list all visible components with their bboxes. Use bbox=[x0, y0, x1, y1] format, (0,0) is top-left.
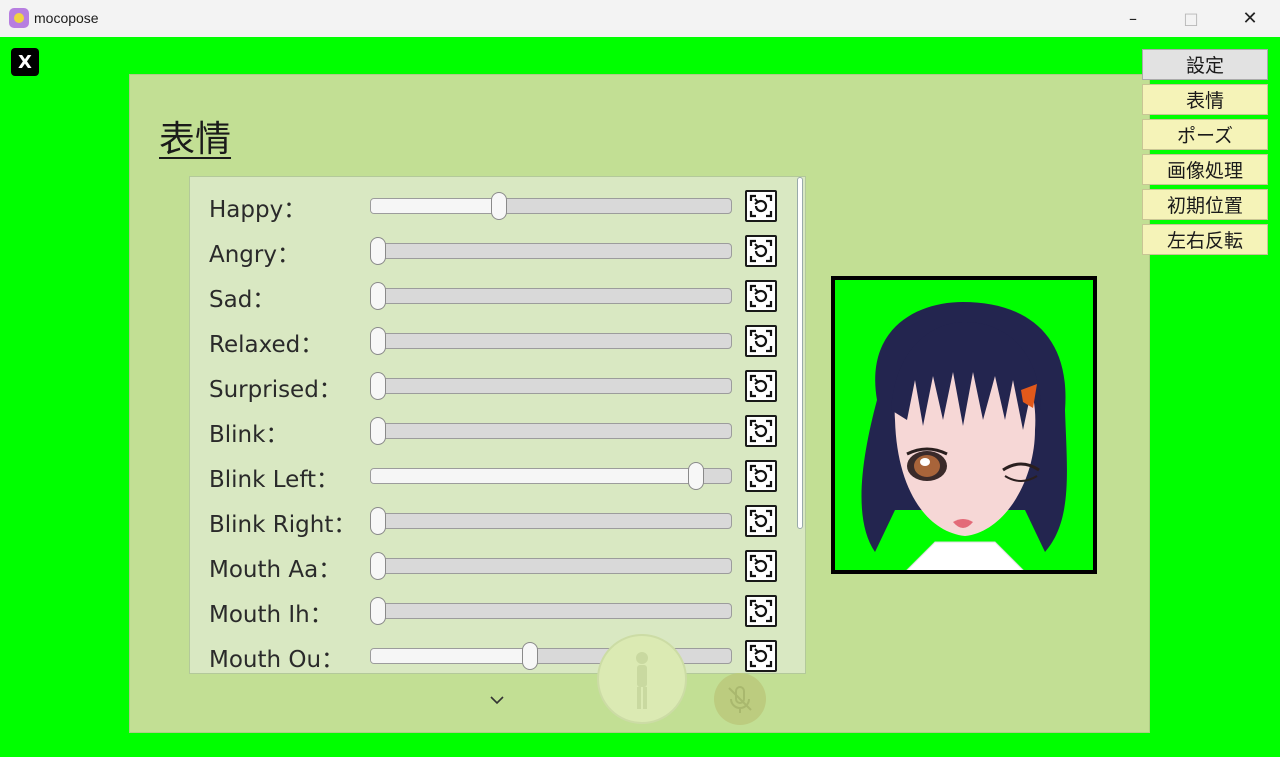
slider-label: Blink Left： bbox=[209, 467, 340, 493]
slider-label: Surprised： bbox=[209, 377, 342, 403]
slider-thumb[interactable] bbox=[370, 507, 386, 535]
slider-thumb[interactable] bbox=[370, 372, 386, 400]
slider-row: Relaxed： bbox=[190, 315, 805, 360]
reset-button[interactable] bbox=[745, 370, 777, 402]
menu-item[interactable]: ポーズ bbox=[1142, 119, 1268, 150]
minimize-icon: – bbox=[1129, 9, 1137, 28]
slider-thumb[interactable] bbox=[370, 237, 386, 265]
maximize-button[interactable]: □ bbox=[1162, 0, 1220, 37]
slider-row: Blink Left： bbox=[190, 450, 805, 495]
reset-button[interactable] bbox=[745, 325, 777, 357]
slider-row: Mouth Ih： bbox=[190, 585, 805, 630]
slider-row: Blink Right： bbox=[190, 495, 805, 540]
chevron-down-icon bbox=[490, 696, 504, 705]
slider-label: Blink Right： bbox=[209, 512, 357, 538]
person-icon bbox=[636, 652, 648, 709]
reset-button[interactable] bbox=[745, 280, 777, 312]
slider-label: Angry： bbox=[209, 242, 300, 268]
reset-rotate-icon bbox=[749, 644, 773, 668]
slider-label: Mouth Ih： bbox=[209, 602, 333, 628]
slider-fill bbox=[371, 469, 703, 483]
menu-item[interactable]: 初期位置 bbox=[1142, 189, 1268, 220]
reset-button[interactable] bbox=[745, 595, 777, 627]
slider-thumb[interactable] bbox=[522, 642, 539, 670]
character-face-image bbox=[861, 302, 1067, 570]
window-close-button[interactable]: ✕ bbox=[1221, 0, 1279, 37]
reset-button[interactable] bbox=[745, 415, 777, 447]
reset-rotate-icon bbox=[749, 374, 773, 398]
slider-row: Mouth Aa： bbox=[190, 540, 805, 585]
reset-button[interactable] bbox=[745, 235, 777, 267]
reset-rotate-icon bbox=[749, 329, 773, 353]
slider-thumb[interactable] bbox=[688, 462, 705, 490]
app-icon bbox=[9, 8, 29, 28]
slider-row: Surprised： bbox=[190, 360, 805, 405]
menu-item[interactable]: 左右反転 bbox=[1142, 224, 1268, 255]
reset-button[interactable] bbox=[745, 460, 777, 492]
expression-slider-list: Happy： Angry： Sad： Relaxed： Surprised： Blink：… bbox=[189, 176, 806, 674]
slider-thumb[interactable] bbox=[491, 192, 508, 220]
slider-track[interactable] bbox=[370, 423, 732, 439]
slider-track[interactable] bbox=[370, 378, 732, 394]
menu-item[interactable]: 設定 bbox=[1142, 49, 1268, 80]
slider-thumb[interactable] bbox=[370, 282, 386, 310]
reset-rotate-icon bbox=[749, 284, 773, 308]
scrollbar[interactable] bbox=[797, 177, 803, 529]
reset-rotate-icon bbox=[749, 194, 773, 218]
reset-rotate-icon bbox=[749, 419, 773, 443]
slider-row: Happy： bbox=[190, 180, 805, 225]
slider-thumb[interactable] bbox=[370, 552, 386, 580]
reset-button[interactable] bbox=[745, 550, 777, 582]
slider-track[interactable] bbox=[370, 198, 732, 214]
maximize-icon: □ bbox=[1183, 9, 1199, 28]
page-title: 表情 bbox=[159, 119, 232, 160]
slider-track[interactable] bbox=[370, 558, 732, 574]
slider-row: Mouth Ou： bbox=[190, 630, 805, 673]
reset-button[interactable] bbox=[745, 640, 777, 672]
minimize-button[interactable]: – bbox=[1104, 0, 1162, 37]
reset-button[interactable] bbox=[745, 190, 777, 222]
slider-label: Mouth Aa： bbox=[209, 557, 342, 583]
slider-track[interactable] bbox=[370, 243, 732, 259]
reset-button[interactable] bbox=[745, 505, 777, 537]
scroll-down-button[interactable] bbox=[487, 692, 507, 711]
close-icon: ✕ bbox=[1242, 8, 1258, 29]
slider-thumb[interactable] bbox=[370, 417, 386, 445]
reset-rotate-icon bbox=[749, 509, 773, 533]
slider-label: Relaxed： bbox=[209, 332, 324, 358]
slider-row: Angry： bbox=[190, 225, 805, 270]
reset-rotate-icon bbox=[749, 464, 773, 488]
reset-rotate-icon bbox=[749, 599, 773, 623]
slider-track[interactable] bbox=[370, 468, 732, 484]
slider-thumb[interactable] bbox=[370, 327, 386, 355]
avatar-toggle-button[interactable] bbox=[597, 634, 687, 724]
slider-track[interactable] bbox=[370, 513, 732, 529]
mic-off-icon bbox=[728, 686, 752, 713]
menu-item[interactable]: 画像処理 bbox=[1142, 154, 1268, 185]
title-bar: mocopose – □ ✕ bbox=[0, 0, 1280, 37]
slider-label: Mouth Ou： bbox=[209, 647, 345, 673]
slider-track[interactable] bbox=[370, 603, 732, 619]
reset-rotate-icon bbox=[749, 554, 773, 578]
menu-item[interactable]: 表情 bbox=[1142, 84, 1268, 115]
slider-row: Blink： bbox=[190, 405, 805, 450]
slider-label: Happy： bbox=[209, 197, 307, 223]
slider-row: Sad： bbox=[190, 270, 805, 315]
reset-rotate-icon bbox=[749, 239, 773, 263]
window-title: mocopose bbox=[34, 10, 99, 26]
slider-fill bbox=[371, 649, 530, 663]
mic-toggle-button[interactable] bbox=[714, 673, 766, 725]
character-preview bbox=[831, 276, 1097, 574]
slider-track[interactable] bbox=[370, 288, 732, 304]
panel-close-button[interactable]: X bbox=[11, 48, 39, 76]
slider-fill bbox=[371, 199, 497, 213]
slider-label: Blink： bbox=[209, 422, 289, 448]
slider-track[interactable] bbox=[370, 333, 732, 349]
slider-label: Sad： bbox=[209, 287, 276, 313]
slider-thumb[interactable] bbox=[370, 597, 386, 625]
